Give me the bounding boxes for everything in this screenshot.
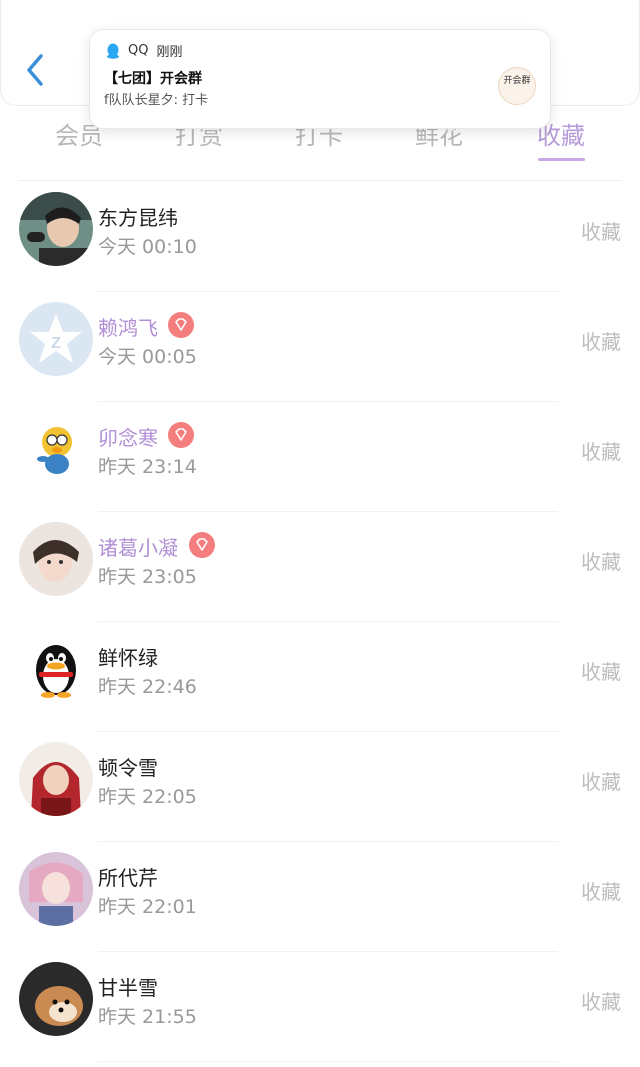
favorite-button[interactable]: 收藏 <box>581 766 621 795</box>
diamond-vip-badge-icon <box>168 312 194 338</box>
favorites-list: 东方昆纬 今天 00:10 收藏 Z 赖鸿飞 今天 00:05 收藏 卯念寒 昨… <box>0 182 640 1062</box>
favorite-time: 今天 00:10 <box>98 236 197 258</box>
list-item[interactable]: 甘半雪 昨天 21:55 收藏 <box>0 952 640 1062</box>
avatar[interactable] <box>19 852 93 926</box>
notification-app-name: QQ <box>128 43 149 58</box>
user-name: 赖鸿飞 <box>98 316 158 340</box>
list-item[interactable]: 鲜怀绿 昨天 22:46 收藏 <box>0 622 640 732</box>
user-name: 卯念寒 <box>98 426 158 450</box>
user-name: 所代芹 <box>98 866 158 890</box>
notification-title: 【七团】开会群 <box>104 71 202 87</box>
active-tab-indicator <box>538 158 585 161</box>
user-name: 甘半雪 <box>98 976 158 1000</box>
list-item[interactable]: 顿令雪 昨天 22:05 收藏 <box>0 732 640 842</box>
diamond-vip-badge-icon <box>189 532 215 558</box>
avatar[interactable]: Z <box>19 302 93 376</box>
favorite-button[interactable]: 收藏 <box>581 876 621 905</box>
notification-message: f队队长星夕: 打卡 <box>104 93 209 108</box>
user-name: 东方昆纬 <box>98 206 178 230</box>
svg-text:Z: Z <box>51 335 61 352</box>
favorite-button[interactable]: 收藏 <box>581 436 621 465</box>
favorite-time: 昨天 22:46 <box>98 676 197 698</box>
qq-penguin-icon <box>107 43 119 59</box>
favorite-time: 昨天 22:01 <box>98 896 197 918</box>
avatar[interactable] <box>19 742 93 816</box>
favorite-button[interactable]: 收藏 <box>581 656 621 685</box>
avatar[interactable] <box>19 412 93 486</box>
back-button[interactable] <box>19 50 53 90</box>
notification-app-row: QQ 刚刚 <box>106 41 182 60</box>
list-item[interactable]: 东方昆纬 今天 00:10 收藏 <box>0 182 640 292</box>
user-name: 诸葛小凝 <box>98 536 178 560</box>
avatar[interactable] <box>19 522 93 596</box>
notification-time: 刚刚 <box>156 45 183 60</box>
favorite-time: 昨天 21:55 <box>98 1006 197 1028</box>
favorite-button[interactable]: 收藏 <box>581 546 621 575</box>
avatar[interactable] <box>19 192 93 266</box>
list-item[interactable]: 诸葛小凝 昨天 23:05 收藏 <box>0 512 640 622</box>
favorite-time: 昨天 23:14 <box>98 456 197 478</box>
favorite-time: 昨天 22:05 <box>98 786 197 808</box>
row-divider <box>98 1061 558 1062</box>
list-item[interactable]: Z 赖鸿飞 今天 00:05 收藏 <box>0 292 640 402</box>
avatar[interactable] <box>19 962 93 1036</box>
favorite-time: 今天 00:05 <box>98 346 197 368</box>
list-item[interactable]: 所代芹 昨天 22:01 收藏 <box>0 842 640 952</box>
qq-notification-banner[interactable]: QQ 刚刚 【七团】开会群 f队队长星夕: 打卡 开会群 <box>89 29 551 129</box>
favorite-button[interactable]: 收藏 <box>581 216 621 245</box>
favorite-button[interactable]: 收藏 <box>581 986 621 1015</box>
diamond-vip-badge-icon <box>168 422 194 448</box>
user-name: 鲜怀绿 <box>98 646 158 670</box>
list-item[interactable]: 卯念寒 昨天 23:14 收藏 <box>0 402 640 512</box>
avatar[interactable] <box>19 632 93 706</box>
favorite-time: 昨天 23:05 <box>98 566 197 588</box>
group-avatar: 开会群 <box>498 67 536 105</box>
favorite-button[interactable]: 收藏 <box>581 326 621 355</box>
chevron-left-icon <box>27 54 43 86</box>
group-avatar-text: 开会群 <box>503 76 531 86</box>
user-name: 顿令雪 <box>98 756 158 780</box>
divider <box>18 180 622 181</box>
